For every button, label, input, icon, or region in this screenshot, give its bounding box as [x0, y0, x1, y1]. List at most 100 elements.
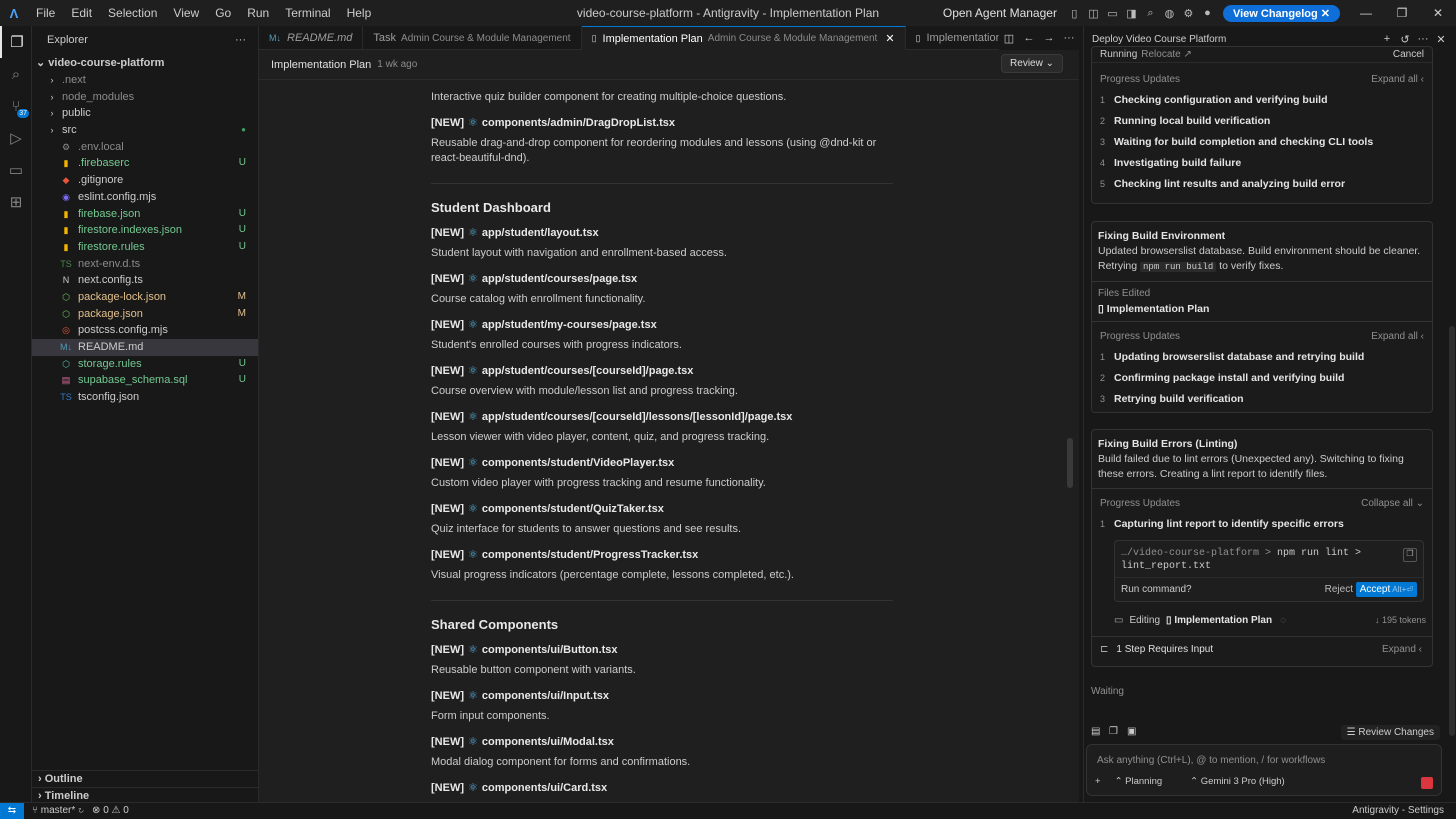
file-path-link[interactable]: components/ui/Modal.tsx	[482, 736, 614, 748]
restore-icon[interactable]: ❐	[1384, 6, 1420, 20]
progress-step[interactable]: 2 Confirming package install and verifyin…	[1092, 367, 1432, 388]
minimize-icon[interactable]: —	[1348, 6, 1384, 20]
review-changes-button[interactable]: ☰ Review Changes	[1340, 725, 1440, 740]
menu-view[interactable]: View	[165, 0, 207, 26]
attach-file-icon[interactable]: ▤	[1091, 726, 1109, 737]
tree-item[interactable]: ◉ eslint.config.mjs	[32, 189, 258, 206]
menu-selection[interactable]: Selection	[100, 0, 165, 26]
expand-all-button[interactable]: Expand all ‹	[1371, 331, 1424, 342]
settings-status[interactable]: Antigravity - Settings	[1352, 805, 1444, 816]
remote-explorer-icon[interactable]: ▭	[0, 154, 32, 186]
progress-step[interactable]: 3 Retrying build verification	[1092, 388, 1432, 409]
editor-tab[interactable]: M↓ README.md	[259, 26, 364, 50]
menu-go[interactable]: Go	[207, 0, 239, 26]
panel-more-icon[interactable]: ···	[1414, 33, 1432, 46]
tree-item[interactable]: ⬡ package.json M	[32, 306, 258, 323]
tree-item[interactable]: ◎ postcss.config.mjs	[32, 322, 258, 339]
search-view-icon[interactable]: ⌕	[0, 58, 32, 90]
more-actions-icon[interactable]: ···	[235, 34, 246, 46]
file-path-link[interactable]: app/student/courses/page.tsx	[482, 273, 637, 285]
file-path-link[interactable]: app/student/courses/[courseId]/page.tsx	[482, 365, 694, 377]
tree-item[interactable]: ▮ firestore.rules U	[32, 239, 258, 256]
open-agent-manager-button[interactable]: Open Agent Manager	[943, 6, 1057, 20]
tree-item[interactable]: TS tsconfig.json	[32, 389, 258, 406]
remote-icon[interactable]: ⇆	[0, 802, 24, 819]
split-editor-icon[interactable]: ◫	[999, 32, 1019, 45]
collapse-all-button[interactable]: Collapse all ⌄	[1361, 498, 1424, 509]
more-tabs-icon[interactable]: ···	[1059, 32, 1079, 44]
copy-files-icon[interactable]: ❐	[1109, 726, 1127, 737]
tree-item[interactable]: ⚙ .env.local	[32, 139, 258, 156]
progress-step[interactable]: 4 Investigating build failure	[1092, 152, 1432, 173]
mode-selector[interactable]: ⌃ Planning	[1115, 776, 1177, 787]
copy-icon[interactable]: ❐	[1403, 548, 1417, 562]
tree-item[interactable]: ▮ .firebaserc U	[32, 155, 258, 172]
editor-tab[interactable]: Task Admin Course & Module Management	[363, 26, 582, 50]
file-path-link[interactable]: components/ui/Button.tsx	[482, 644, 618, 656]
editor-tab[interactable]: ▯ Implementation Plan Admin Course & Modul…	[581, 26, 906, 50]
tree-item[interactable]: TS next-env.d.ts	[32, 256, 258, 273]
review-dropdown[interactable]: Review ⌄	[1001, 54, 1063, 73]
progress-step[interactable]: 5 Checking lint results and analyzing bui…	[1092, 173, 1432, 194]
file-path-link[interactable]: app/student/my-courses/page.tsx	[482, 319, 657, 331]
tree-item[interactable]: › src ●	[32, 122, 258, 139]
menu-edit[interactable]: Edit	[63, 0, 100, 26]
editing-file-link[interactable]: ▯ Implementation Plan	[1166, 615, 1272, 626]
progress-step[interactable]: 1 Capturing lint report to identify speci…	[1092, 513, 1432, 534]
accept-button[interactable]: Accept Alt+⏎	[1355, 582, 1417, 597]
file-path-link[interactable]: components/ui/Card.tsx	[482, 782, 607, 794]
tree-item[interactable]: ▤ supabase_schema.sql U	[32, 372, 258, 389]
tree-item[interactable]: ⬡ storage.rules U	[32, 356, 258, 373]
progress-step[interactable]: 1 Checking configuration and verifying bu…	[1092, 89, 1432, 110]
settings-gear-icon[interactable]: ⚙	[1179, 0, 1198, 26]
source-control-icon[interactable]: ⑂ 37	[0, 90, 32, 122]
explorer-icon[interactable]: ❐	[0, 26, 32, 58]
file-path-link[interactable]: app/student/courses/[courseId]/lessons/[…	[482, 411, 793, 423]
close-tab-icon[interactable]: ✕	[885, 32, 894, 45]
file-path-link[interactable]: components/ui/Input.tsx	[482, 690, 609, 702]
file-path-link[interactable]: components/admin/DragDropList.tsx	[482, 117, 675, 129]
tree-item[interactable]: › node_modules	[32, 89, 258, 106]
back-arrow-icon[interactable]: ←	[1019, 32, 1039, 44]
reject-button[interactable]: Reject	[1325, 584, 1353, 595]
model-selector[interactable]: ⌃ Gemini 3 Pro (High)	[1190, 776, 1299, 787]
add-context-button[interactable]: +	[1095, 776, 1101, 787]
layout-split-icon[interactable]: ◫	[1084, 0, 1103, 26]
menu-help[interactable]: Help	[339, 0, 380, 26]
file-path-link[interactable]: components/student/ProgressTracker.tsx	[482, 549, 698, 561]
relocate-link[interactable]: Relocate ↗	[1141, 49, 1192, 60]
progress-step[interactable]: 1 Updating browserslist database and retr…	[1092, 346, 1432, 367]
forward-arrow-icon[interactable]: →	[1039, 32, 1059, 44]
menu-file[interactable]: File	[28, 0, 63, 26]
tree-item[interactable]: › .next	[32, 72, 258, 89]
expand-all-button[interactable]: Expand all ‹	[1371, 74, 1424, 85]
toggle-sidebar-icon[interactable]: ▯	[1065, 0, 1084, 26]
view-changelog-button[interactable]: View Changelog ✕	[1222, 4, 1340, 22]
problems-indicator[interactable]: ⊗ 0 ⚠ 0	[92, 805, 129, 816]
new-chat-icon[interactable]: +	[1378, 33, 1396, 46]
workspace-root[interactable]: ⌄ video-course-platform	[32, 54, 258, 72]
file-path-link[interactable]: components/student/QuizTaker.tsx	[482, 503, 664, 515]
close-panel-icon[interactable]: ✕	[1432, 33, 1450, 46]
tree-item[interactable]: ⬡ package-lock.json M	[32, 289, 258, 306]
close-window-icon[interactable]: ✕	[1420, 6, 1456, 20]
tree-item[interactable]: Nnext.config.ts	[32, 272, 258, 289]
tree-item[interactable]: M↓ README.md	[32, 339, 258, 356]
tree-item[interactable]: › public	[32, 105, 258, 122]
expand-button[interactable]: Expand ‹	[1382, 644, 1422, 655]
file-path-link[interactable]: app/student/layout.tsx	[482, 227, 599, 239]
editor-scrollbar[interactable]	[1067, 438, 1073, 488]
menu-terminal[interactable]: Terminal	[277, 0, 338, 26]
extensions-icon[interactable]: ⊞	[0, 186, 32, 218]
chat-input[interactable]: Ask anything (Ctrl+L), @ to mention, / f…	[1086, 744, 1442, 796]
edited-file-link[interactable]: ▯ Implementation Plan	[1092, 303, 1432, 315]
history-icon[interactable]: ↺	[1396, 33, 1414, 46]
search-icon[interactable]: ⌕	[1141, 0, 1160, 26]
run-debug-icon[interactable]: ▷	[0, 122, 32, 154]
tree-item[interactable]: ◆ .gitignore	[32, 172, 258, 189]
file-path-link[interactable]: components/student/VideoPlayer.tsx	[482, 457, 674, 469]
requires-input-row[interactable]: ⊏ 1 Step Requires Input Expand ‹	[1092, 636, 1432, 662]
progress-step[interactable]: 3 Waiting for build completion and checki…	[1092, 131, 1432, 152]
panel-scrollbar[interactable]	[1449, 326, 1455, 736]
toggle-secondary-sidebar-icon[interactable]: ◨	[1122, 0, 1141, 26]
